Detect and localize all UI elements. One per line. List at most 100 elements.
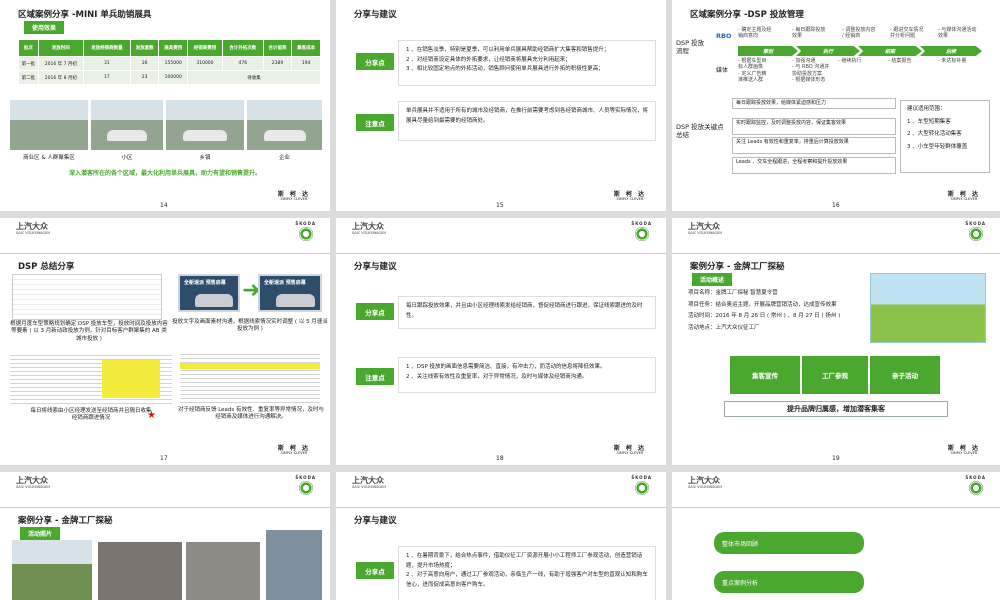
photo-commercial: [10, 100, 88, 150]
slide-header: 上汽大众 SAIC VOLKSWAGEN ŠKODA: [336, 218, 666, 254]
agenda-item[interactable]: 重点案例分析: [714, 571, 864, 593]
table-cell: 31: [82, 56, 131, 71]
stage-plan: 策划: [738, 46, 798, 56]
table-cell: 2389: [262, 56, 293, 71]
event-photo: [12, 540, 92, 600]
star-icon: ★: [147, 410, 156, 421]
advice-item: 3 、小车型年轻群体覆盖: [907, 143, 968, 150]
table-cell: 待收集: [187, 70, 321, 85]
photo-community: [91, 100, 163, 150]
slide-header: 上汽大众 SAIC VOLKSWAGEN ŠKODA: [0, 218, 330, 254]
caution-point-text: 1 、DSP 投放的画面信息需要简洁、直接，有冲击力，而活动的信息将降低效果。 2…: [398, 357, 656, 393]
caption: 根据月度车型策略规划确定 DSP 投放车型，投放时间及投放内容等要素 ( 以 3…: [10, 321, 168, 342]
slide-16[interactable]: 区域案例分享 -DSP 投放管理 DSP 投放流程 RBO 媒体 - 确定主题及…: [672, 0, 1000, 211]
skoda-footer-logo: 斯 柯 达 SIMPLY CLEVER: [613, 191, 646, 202]
photo-caption: 商业区 & 人群聚集区: [23, 155, 75, 161]
advice-item: 2 、大型转化活动集客: [907, 131, 962, 138]
page-number: 15: [496, 202, 504, 209]
skoda-footer-logo: 斯 柯 达 SIMPLY CLEVER: [277, 191, 310, 202]
caution-point-label: 注意点: [356, 114, 394, 131]
rbo-step: - 调整投放内容 / 经销商: [842, 27, 876, 40]
slide-header: 上汽大众 SAIC VOLKSWAGEN ŠKODA: [672, 218, 1000, 254]
event-photo: [266, 530, 322, 600]
rbo-step: - 每日跟踪投放效果: [792, 27, 826, 40]
stage-followup: 后续: [920, 46, 982, 56]
ad-image-before: 全新速派 预售启幕: [178, 274, 240, 312]
rbo-label: RBO: [716, 32, 732, 40]
page-number: 16: [832, 202, 840, 209]
media-step: - 继续执行: [838, 58, 862, 64]
skoda-logo: ŠKODA: [295, 221, 316, 241]
rbo-step: - 跟进交车情况并分析问题: [890, 27, 924, 40]
saic-vw-logo: 上汽大众 SAIC VOLKSWAGEN: [16, 222, 50, 235]
table-cell: 476: [221, 56, 264, 71]
table-row: 第二批 2016 年 8 月初 17 23 100000 待收集: [18, 70, 321, 85]
slide-21[interactable]: 上汽大众 SAIC VOLKSWAGEN ŠKODA 分享与建议 分享点 1 、在…: [336, 472, 666, 600]
list-item: 活动时间：2016 年 8 月 26 日 ( 常州 ) 、8 月 27 日 ( …: [688, 313, 841, 320]
slide-header: 上汽大众 SAIC VOLKSWAGEN ŠKODA: [0, 472, 330, 508]
section-tag: 活动概述: [692, 273, 733, 286]
saic-vw-logo: 上汽大众 SAIC VOLKSWAGEN: [688, 222, 722, 235]
photo-enterprise: [247, 100, 322, 150]
slide-title: 案例分享 - 金牌工厂探秘: [690, 262, 785, 272]
skoda-logo: ŠKODA: [631, 475, 652, 495]
flow-box: 集客宣传: [730, 356, 800, 394]
photo-town: [166, 100, 244, 150]
col-header: 发放时间: [37, 39, 84, 57]
slide-18[interactable]: 上汽大众 SAIC VOLKSWAGEN ŠKODA 分享与建议 分享点 每日跟踪…: [336, 218, 666, 465]
photo-caption: 小区: [121, 155, 133, 161]
event-photo: [98, 542, 182, 600]
key-point: 实时跟踪监控，及时调整投放内容，保证集客效果: [732, 118, 896, 135]
slide-19[interactable]: 上汽大众 SAIC VOLKSWAGEN ŠKODA 案例分享 - 金牌工厂探秘 …: [672, 218, 1000, 465]
col-header: 发放经销商数量: [82, 39, 131, 57]
key-point: Leads 、交车全程跟进，全程考察和提升投放效果: [732, 157, 896, 174]
media-step: - 根据车型目标人群画像 - 定义广告精准推送人群: [738, 58, 767, 83]
col-header: 集客成本: [291, 39, 321, 57]
slide-22[interactable]: 上汽大众 SAIC VOLKSWAGEN ŠKODA 整体市场回顾 重点案例分析: [672, 472, 1000, 600]
slide-17[interactable]: 上汽大众 SAIC VOLKSWAGEN ŠKODA DSP 总结分享 全新速派 …: [0, 218, 330, 465]
caption: 投放文字及画面素材沟通，根据线索情况实时调整 ( 以 5 月速派投放为例 ): [172, 319, 328, 333]
media-step: - 加强沟通 - 与 RBO 沟通并协助投放方案 - 根据媒体形态: [792, 58, 830, 83]
page-number: 14: [160, 202, 168, 209]
table-cell: 100000: [158, 70, 189, 85]
table-cell: 23: [129, 70, 160, 85]
stage-execute: 执行: [796, 46, 860, 56]
page-number: 19: [832, 455, 840, 462]
slide-15[interactable]: 分享与建议 分享点 1 、在销售淡季，特别是夏季，可以利用单兵展具帮助经销商扩大…: [336, 0, 666, 211]
table-row: 第一批 2016 年 7 月初 31 36 155000 310000 476 …: [18, 56, 321, 71]
saic-vw-logo: 上汽大众 SAIC VOLKSWAGEN: [688, 476, 722, 489]
photo-caption: 乡镇: [199, 155, 211, 161]
table-cell: 155000: [158, 56, 189, 71]
skoda-footer-logo: 斯 柯 达 SIMPLY CLEVER: [947, 191, 980, 202]
list-item: 项目任务：结合奥运主题，开展品牌营销活动，达成宣传效果: [688, 301, 837, 308]
share-point-text: 每日跟踪投放效果，并且由小区经理线索发给经销商，督促经销商进行跟进，保证线索跟进…: [398, 296, 656, 329]
caption: 每日将线索由小区经理发送至经销商并且隔日收集经销商跟进情况: [30, 408, 152, 422]
skoda-footer-logo: 斯 柯 达 SIMPLY CLEVER: [277, 445, 310, 456]
caution-point-text: 单兵展具并不适用于所有的城市及经销商，在推行前需要考虑到各经销商城市、人员等实际…: [398, 101, 656, 141]
plan-sheet-image: [12, 274, 162, 320]
col-header: 经销商费用: [187, 39, 223, 57]
slide-title: 分享与建议: [354, 10, 397, 20]
key-points-label: DSP 投放关键点总结: [676, 123, 724, 140]
advice-item: 1 、车型短期集客: [907, 118, 951, 125]
col-header: 合计外拓次数: [221, 39, 264, 57]
advice-panel: 建议适用范围： 1 、车型短期集客 2 、大型转化活动集客 3 、小车型年轻群体…: [900, 100, 990, 173]
slide-title: 区域案例分享 -MINI 单兵助销展具: [18, 10, 152, 20]
flow-label: DSP 投放流程: [676, 39, 705, 55]
overview-list: 项目名称：金牌工厂探秘 智慧夏令营 项目任务：结合奥运主题，开展品牌营销活动，达…: [688, 288, 858, 334]
feedback-sheet-image: [180, 351, 320, 403]
agenda-item[interactable]: 整体市场回顾: [714, 532, 864, 554]
table-cell: 2016 年 8 月初: [37, 70, 84, 85]
skoda-logo: ŠKODA: [965, 221, 986, 241]
photo-caption: 企业: [278, 155, 290, 161]
list-item: 项目名称：金牌工厂探秘 智慧夏令营: [688, 290, 778, 296]
section-tag: 活动照片: [20, 527, 61, 540]
stage-close: 结案: [858, 46, 922, 56]
share-point-label: 分享点: [356, 303, 394, 320]
slide-20[interactable]: 上汽大众 SAIC VOLKSWAGEN ŠKODA 案例分享 - 金牌工厂探秘 …: [0, 472, 330, 600]
share-point-text: 1 、在暑期背景下，结合热点事件，借助仪征工厂资源开展小小工程师工厂参观活动，创…: [398, 546, 656, 600]
slide-header: 上汽大众 SAIC VOLKSWAGEN ŠKODA: [672, 472, 1000, 508]
col-header: 合计留资: [262, 39, 293, 57]
slide-14[interactable]: 区域案例分享 -MINI 单兵助销展具 使用效果 批次 发放时间 发放经销商数量…: [0, 0, 330, 211]
slide-title: 分享与建议: [354, 262, 397, 272]
